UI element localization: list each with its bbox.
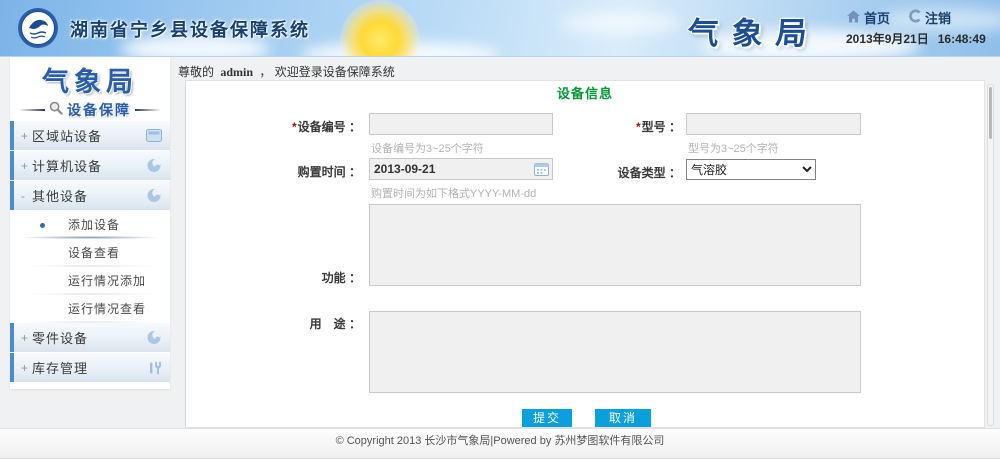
home-link[interactable]: 首页 — [846, 8, 890, 27]
submenu-item-label: 添加设备 — [68, 218, 120, 232]
expand-indicator: + — [21, 159, 32, 173]
sidebar-item-label: 区域站设备 — [32, 126, 102, 145]
purpose-label: 用 途 ： — [216, 315, 361, 332]
vertical-scrollbar[interactable] — [987, 84, 994, 426]
sidebar-item-label: 计算机设备 — [32, 156, 102, 175]
submenu-item-add-running-status[interactable]: 运行情况添加 — [10, 267, 170, 295]
swirl-icon — [146, 158, 162, 173]
sidebar-item-regional-station-equipment[interactable]: + 区域站设备 — [10, 121, 170, 150]
window-icon — [146, 129, 162, 142]
sidebar-logo: 气象局 设备保障 — [10, 57, 170, 119]
device-no-label: *设备编号 ： — [216, 118, 361, 135]
swirl-icon — [146, 330, 162, 345]
tools-icon — [147, 361, 162, 375]
system-title: 湖南省宁乡县设备保障系统 — [70, 16, 310, 42]
brand-title: 气象局 — [686, 8, 821, 53]
page: 湖南省宁乡县设备保障系统 气象局 首页 注销 2013年9月21日 16:48:4… — [0, 0, 1000, 459]
required-mark: * — [292, 120, 297, 134]
logout-link-label: 注销 — [925, 8, 951, 27]
device-type-label: 设备类型 ： — [586, 164, 681, 181]
sidebar-item-inventory-management[interactable]: + 库存管理 — [10, 353, 170, 382]
selected-bullet-icon — [40, 223, 45, 228]
home-icon — [846, 10, 861, 26]
divider-line — [135, 109, 161, 111]
submenu-item-view-equipment[interactable]: 设备查看 — [10, 239, 170, 267]
cancel-button[interactable]: 取消 — [595, 409, 651, 427]
sidebar: 气象局 设备保障 + 区域站设备 — [10, 57, 170, 389]
device-info-form: 设备信息 *设备编号 ： *型号 ： 设备编号为3~25个字符 型号为3~25个… — [185, 80, 985, 428]
required-mark: * — [636, 120, 641, 134]
calendar-icon[interactable] — [534, 162, 549, 176]
submenu-item-label: 运行情况添加 — [68, 274, 146, 288]
submenu-item-label: 运行情况查看 — [68, 302, 146, 316]
logout-link[interactable]: 注销 — [908, 8, 951, 27]
footer: © Copyright 2013 长沙市气象局|Powered by 苏州梦图软… — [0, 428, 1000, 459]
welcome-message: 尊敬的 admin ， 欢迎登录设备保障系统 — [178, 63, 395, 80]
sidebar-logo-subtitle: 设备保障 — [67, 100, 131, 120]
submenu-item-add-equipment[interactable]: 添加设备 — [10, 211, 170, 239]
submit-button[interactable]: 提交 — [522, 409, 572, 427]
scrollbar-thumb[interactable] — [989, 87, 992, 139]
model-input[interactable] — [686, 113, 861, 135]
header-time: 16:48:49 — [938, 32, 986, 46]
header: 湖南省宁乡县设备保障系统 气象局 首页 注销 2013年9月21日 16:48:4… — [0, 0, 1000, 57]
device-type-select[interactable]: 气溶胶 — [686, 159, 816, 180]
sidebar-item-parts-equipment[interactable]: + 零件设备 — [10, 323, 170, 352]
home-link-label: 首页 — [864, 8, 890, 27]
header-date: 2013年9月21日 — [846, 32, 929, 46]
model-label: *型号 ： — [586, 118, 681, 135]
header-datetime: 2013年9月21日 16:48:49 — [846, 30, 986, 47]
device-no-input[interactable] — [369, 113, 553, 135]
model-hint: 型号为3~25个字符 — [688, 140, 779, 156]
collapse-indicator: - — [21, 189, 32, 203]
expand-indicator: + — [21, 331, 32, 345]
bureau-logo-icon — [16, 6, 60, 55]
function-label: 功能 ： — [216, 269, 361, 286]
greeting-username: admin — [220, 65, 253, 79]
form-title: 设备信息 — [186, 83, 984, 102]
sun-decoration — [340, 0, 420, 57]
expand-indicator: + — [21, 129, 32, 143]
purchase-date-label: 购置时间 ： — [216, 163, 361, 180]
expand-indicator: + — [21, 361, 32, 375]
sidebar-menu: + 区域站设备 + 计算机设备 — [10, 121, 170, 382]
swirl-icon — [146, 188, 162, 203]
greeting-suffix: ， 欢迎登录设备保障系统 — [259, 65, 394, 79]
purchase-date-hint: 购置时间为如下格式YYYY-MM-dd — [371, 185, 536, 201]
cloud-decoration — [560, 12, 680, 34]
sidebar-logo-title: 气象局 — [10, 60, 170, 99]
submenu-item-view-running-status[interactable]: 运行情况查看 — [10, 295, 170, 323]
sidebar-item-computer-equipment[interactable]: + 计算机设备 — [10, 151, 170, 180]
greeting-prefix: 尊敬的 — [178, 65, 214, 79]
sidebar-item-label: 库存管理 — [32, 358, 88, 377]
sidebar-item-label: 零件设备 — [32, 328, 88, 347]
sidebar-submenu-other-equipment: 添加设备 设备查看 运行情况添加 运行情况查看 — [10, 211, 170, 323]
sidebar-logo-subtitle-row: 设备保障 — [10, 100, 170, 120]
submenu-item-label: 设备查看 — [68, 246, 120, 260]
copyright-text: © Copyright 2013 长沙市气象局|Powered by 苏州梦图软… — [336, 435, 665, 447]
function-textarea[interactable] — [369, 204, 861, 286]
purchase-date-input[interactable] — [369, 158, 553, 180]
sidebar-item-label: 其他设备 — [32, 186, 88, 205]
divider-line — [19, 109, 45, 111]
logout-icon — [908, 9, 922, 26]
device-no-hint: 设备编号为3~25个字符 — [371, 140, 484, 156]
sidebar-item-other-equipment[interactable]: - 其他设备 — [10, 181, 170, 210]
magnifier-icon — [49, 101, 63, 120]
header-nav: 首页 注销 — [846, 8, 951, 27]
purpose-textarea[interactable] — [369, 311, 861, 393]
